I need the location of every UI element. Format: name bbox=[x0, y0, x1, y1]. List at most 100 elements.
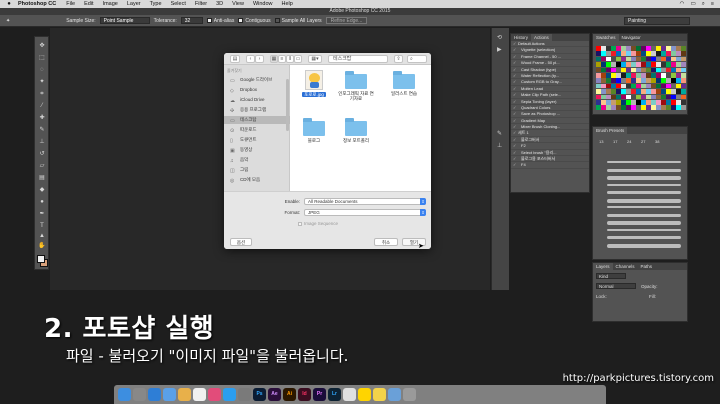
color-swatch[interactable] bbox=[651, 89, 656, 94]
color-swatch[interactable] bbox=[676, 51, 681, 56]
sidebar-toggle-icon[interactable]: ▤ bbox=[230, 55, 240, 63]
color-swatch[interactable] bbox=[676, 73, 681, 78]
color-swatch[interactable] bbox=[656, 67, 661, 73]
color-swatch[interactable] bbox=[601, 67, 606, 73]
file-item-image[interactable]: 포로로.jpg bbox=[296, 70, 332, 97]
color-swatch[interactable] bbox=[676, 46, 681, 51]
brush-tip-size[interactable]: 17 bbox=[613, 139, 617, 144]
dock-app-lr[interactable]: Lr bbox=[328, 388, 341, 401]
color-swatch[interactable] bbox=[661, 89, 666, 94]
tab-swatches[interactable]: Swatches bbox=[593, 34, 619, 41]
options-button[interactable]: 옵션 bbox=[230, 238, 252, 246]
color-swatch[interactable] bbox=[601, 89, 606, 94]
color-swatch[interactable] bbox=[646, 62, 651, 67]
sidebar-scrollbar[interactable] bbox=[286, 79, 289, 131]
color-swatch[interactable] bbox=[646, 78, 651, 83]
color-swatch[interactable] bbox=[606, 51, 611, 56]
color-swatch[interactable] bbox=[611, 89, 616, 94]
color-swatch[interactable] bbox=[651, 56, 656, 62]
sidebar-item-pictures[interactable]: ◫ 그림 bbox=[224, 166, 290, 174]
search-icon[interactable]: ⌕ bbox=[702, 1, 705, 8]
folder-item[interactable]: 일러스트 연습 bbox=[386, 71, 422, 96]
sidebar-item-dropbox[interactable]: ◇ Dropbox bbox=[224, 86, 290, 94]
color-swatch[interactable] bbox=[651, 51, 656, 56]
color-swatch[interactable] bbox=[646, 94, 651, 100]
color-swatch[interactable] bbox=[611, 105, 616, 110]
color-swatch[interactable] bbox=[621, 89, 626, 94]
sidebar-item-downloads[interactable]: ⊙ 따운로드 bbox=[224, 126, 290, 134]
cancel-button[interactable]: 취소 bbox=[374, 238, 398, 246]
color-swatch[interactable] bbox=[631, 67, 636, 73]
layer-kind-filter[interactable]: Kind bbox=[596, 273, 626, 279]
color-swatch[interactable] bbox=[631, 89, 636, 94]
color-swatch[interactable] bbox=[621, 56, 626, 62]
dock-app-itunes[interactable] bbox=[208, 388, 221, 401]
color-swatch[interactable] bbox=[636, 67, 641, 73]
color-swatch[interactable] bbox=[616, 67, 621, 73]
menu-file[interactable]: File bbox=[66, 1, 75, 7]
apple-icon[interactable]: ● bbox=[0, 1, 18, 7]
color-swatch[interactable] bbox=[671, 89, 676, 94]
color-swatch[interactable] bbox=[631, 78, 636, 83]
color-swatch[interactable] bbox=[681, 67, 686, 73]
dock-app-finder[interactable] bbox=[118, 388, 131, 401]
color-swatch[interactable] bbox=[656, 46, 661, 51]
check-icon[interactable]: ✓ bbox=[513, 162, 516, 167]
color-swatch[interactable] bbox=[661, 56, 666, 62]
dock-app-chrome[interactable] bbox=[343, 388, 356, 401]
color-swatch[interactable] bbox=[651, 94, 656, 100]
brush-stroke-preview[interactable] bbox=[607, 243, 681, 248]
color-swatch[interactable] bbox=[661, 94, 666, 100]
color-swatch[interactable] bbox=[606, 89, 611, 94]
color-swatch[interactable] bbox=[671, 100, 676, 105]
color-swatch[interactable] bbox=[636, 105, 641, 110]
color-swatch[interactable] bbox=[661, 73, 666, 78]
color-swatch[interactable] bbox=[641, 51, 646, 56]
color-swatch[interactable] bbox=[636, 89, 641, 94]
color-swatch[interactable] bbox=[666, 89, 671, 94]
color-swatch[interactable] bbox=[626, 105, 631, 110]
color-swatch[interactable] bbox=[641, 100, 646, 105]
color-swatch[interactable] bbox=[676, 56, 681, 62]
color-swatch[interactable] bbox=[616, 83, 621, 89]
color-swatch[interactable] bbox=[611, 62, 616, 67]
move-tool-icon[interactable]: ✥ bbox=[38, 43, 46, 49]
back-icon[interactable]: ‹ bbox=[246, 55, 255, 63]
color-swatch[interactable] bbox=[631, 94, 636, 100]
pen-tool-icon[interactable]: ✒ bbox=[38, 211, 46, 217]
anti-alias-checkbox[interactable]: Anti-alias bbox=[206, 18, 234, 24]
dock-app-ps[interactable]: Ps bbox=[253, 388, 266, 401]
brush-stroke-preview[interactable] bbox=[607, 213, 681, 217]
color-swatch[interactable] bbox=[646, 73, 651, 78]
crop-tool-icon[interactable]: ⌗ bbox=[38, 91, 46, 97]
color-swatch[interactable] bbox=[606, 73, 611, 78]
color-swatch[interactable] bbox=[601, 62, 606, 67]
color-swatch[interactable] bbox=[616, 89, 621, 94]
color-swatch[interactable] bbox=[676, 67, 681, 73]
blur-tool-icon[interactable]: ◆ bbox=[38, 187, 46, 193]
folder-item[interactable]: 정보 포트폴리 bbox=[338, 118, 374, 143]
brush-tip-size[interactable]: 24 bbox=[627, 139, 631, 144]
brush-stroke-preview[interactable] bbox=[607, 191, 681, 194]
color-swatch[interactable] bbox=[606, 56, 611, 62]
sample-size-select[interactable]: Point Sample bbox=[99, 17, 150, 24]
workspace-select[interactable]: Painting bbox=[624, 17, 690, 25]
tab-channels[interactable]: Channels bbox=[613, 263, 638, 270]
color-swatch[interactable] bbox=[621, 46, 626, 51]
history-icon[interactable]: ⟲ bbox=[497, 34, 502, 41]
sample-all-layers-checkbox[interactable]: Sample All Layers bbox=[274, 18, 322, 24]
color-swatch[interactable] bbox=[676, 100, 681, 105]
tab-history[interactable]: History bbox=[511, 34, 531, 41]
color-swatch[interactable] bbox=[611, 78, 616, 83]
color-swatch[interactable] bbox=[601, 83, 606, 89]
color-swatch[interactable] bbox=[596, 94, 601, 100]
color-swatch[interactable] bbox=[596, 67, 601, 73]
eraser-tool-icon[interactable]: ▱ bbox=[38, 163, 46, 169]
sidebar-item-movies[interactable]: ▣ 동영상 bbox=[224, 146, 290, 154]
color-swatch[interactable] bbox=[621, 62, 626, 67]
color-swatch[interactable] bbox=[671, 73, 676, 78]
color-swatch[interactable] bbox=[601, 51, 606, 56]
color-swatch[interactable] bbox=[621, 83, 626, 89]
color-swatch[interactable] bbox=[631, 100, 636, 105]
color-swatch[interactable] bbox=[631, 105, 636, 110]
